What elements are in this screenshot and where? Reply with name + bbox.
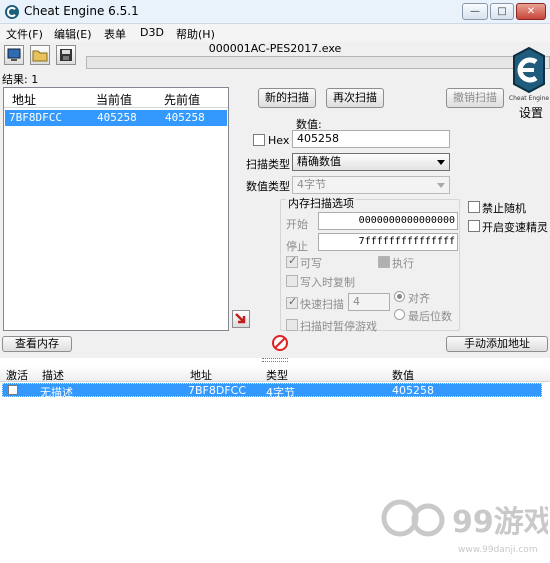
logo-text: Cheat Engine [509,95,549,102]
menu-help[interactable]: 帮助(H) [176,26,215,42]
maximize-button[interactable]: □ [490,3,514,20]
memory-options-title: 内存扫描选项 [286,195,356,211]
window-title: Cheat Engine 6.5.1 [24,4,139,18]
panel-splitter[interactable] [262,358,288,362]
column-type[interactable]: 类型 [266,367,288,383]
active-checkbox[interactable] [8,385,18,395]
fast-scan-value-input[interactable]: 4 [348,293,390,311]
pause-game-checkbox[interactable] [286,319,298,331]
fast-scan-checkbox[interactable] [286,295,298,309]
writable-checkbox[interactable] [286,254,298,268]
column-current-value[interactable]: 当前值 [96,91,132,108]
watermark-url: www.99danji.com [458,545,538,555]
column-address[interactable]: 地址 [12,91,36,108]
align-radio[interactable] [394,291,405,302]
add-to-list-button[interactable] [232,310,250,328]
found-value: 405258 [97,111,137,124]
speedhack-label: 开启变速精灵 [482,221,548,234]
value-type-label: 数值类型 [246,180,290,193]
column-previous-value[interactable]: 先前值 [164,91,200,108]
found-address-list[interactable]: 地址 当前值 先前值 7BF8DFCC 405258 405258 [3,87,229,331]
process-name: 000001AC-PES2017.exe [208,42,342,55]
fast-scan-label: 快速扫描 [300,298,344,311]
scan-type-value: 精确数值 [297,155,341,168]
executable-checkbox[interactable] [378,256,390,268]
found-list-header: 地址 当前值 先前值 [4,88,228,108]
column-value[interactable]: 数值 [392,367,414,383]
hex-checkbox[interactable] [253,134,265,146]
hex-label: Hex [268,134,290,147]
menu-d3d[interactable]: D3D [140,26,164,39]
watermark-brand: 99游戏 [452,505,548,540]
undo-scan-button[interactable]: 撤销扫描 [446,88,504,108]
align-label: 对齐 [408,292,430,305]
speedhack-checkbox[interactable] [468,220,480,232]
scan-type-label: 扫描类型 [246,158,290,171]
value-type-value: 4字节 [297,178,326,191]
row-type[interactable]: 4字节 [266,384,295,400]
pause-game-label: 扫描时暂停游戏 [300,320,377,333]
start-address-input[interactable]: 0000000000000000 [318,212,458,230]
cheat-engine-icon [5,5,19,19]
last-digits-label: 最后位数 [408,310,452,323]
next-scan-button[interactable]: 再次扫描 [326,88,384,108]
minimize-button[interactable]: — [462,3,488,20]
copy-on-write-label: 写入时复制 [300,276,355,289]
copy-on-write-checkbox[interactable] [286,275,298,287]
menu-edit[interactable]: 编辑(E) [54,26,92,42]
new-scan-button[interactable]: 新的扫描 [258,88,316,108]
view-memory-button[interactable]: 查看内存 [2,336,72,352]
column-address[interactable]: 地址 [190,367,212,383]
no-random-label: 禁止随机 [482,202,526,215]
cheat-engine-logo[interactable]: Cheat Engine [508,44,550,102]
menu-file[interactable]: 文件(F) [6,26,43,42]
row-address[interactable]: 7BF8DFCC [188,384,246,397]
value-type-select[interactable]: 4字节 [292,176,450,194]
column-description[interactable]: 描述 [42,367,64,383]
last-digits-radio[interactable] [394,309,405,320]
writable-label: 可写 [300,257,322,270]
99-watermark-logo: 99游戏 www.99danji.com [381,499,548,555]
executable-label: 执行 [392,257,414,270]
row-value[interactable]: 405258 [392,384,434,397]
results-count: 结果: 1 [2,73,39,86]
chevron-down-icon [437,183,445,188]
value-input[interactable]: 405258 [292,130,450,148]
stop-address-input[interactable]: 7fffffffffffffff [318,233,458,251]
menu-table[interactable]: 表单 [104,26,126,42]
stop-icon[interactable] [272,335,288,351]
column-active[interactable]: 激活 [6,367,28,383]
found-previous: 405258 [165,111,205,124]
scan-progress-bar [86,56,550,69]
found-list-row[interactable]: 7BF8DFCC 405258 405258 [5,110,227,126]
scan-type-select[interactable]: 精确数值 [292,153,450,171]
add-address-manually-button[interactable]: 手动添加地址 [446,336,548,352]
stop-label: 停止 [286,240,308,253]
chevron-down-icon [437,160,445,165]
settings-label[interactable]: 设置 [519,104,543,121]
row-description[interactable]: 无描述 [40,384,73,400]
no-random-checkbox[interactable] [468,201,480,213]
found-address: 7BF8DFCC [9,111,62,124]
arrow-down-right-icon [235,313,246,324]
start-label: 开始 [286,218,308,231]
close-button[interactable]: ✕ [516,3,546,20]
